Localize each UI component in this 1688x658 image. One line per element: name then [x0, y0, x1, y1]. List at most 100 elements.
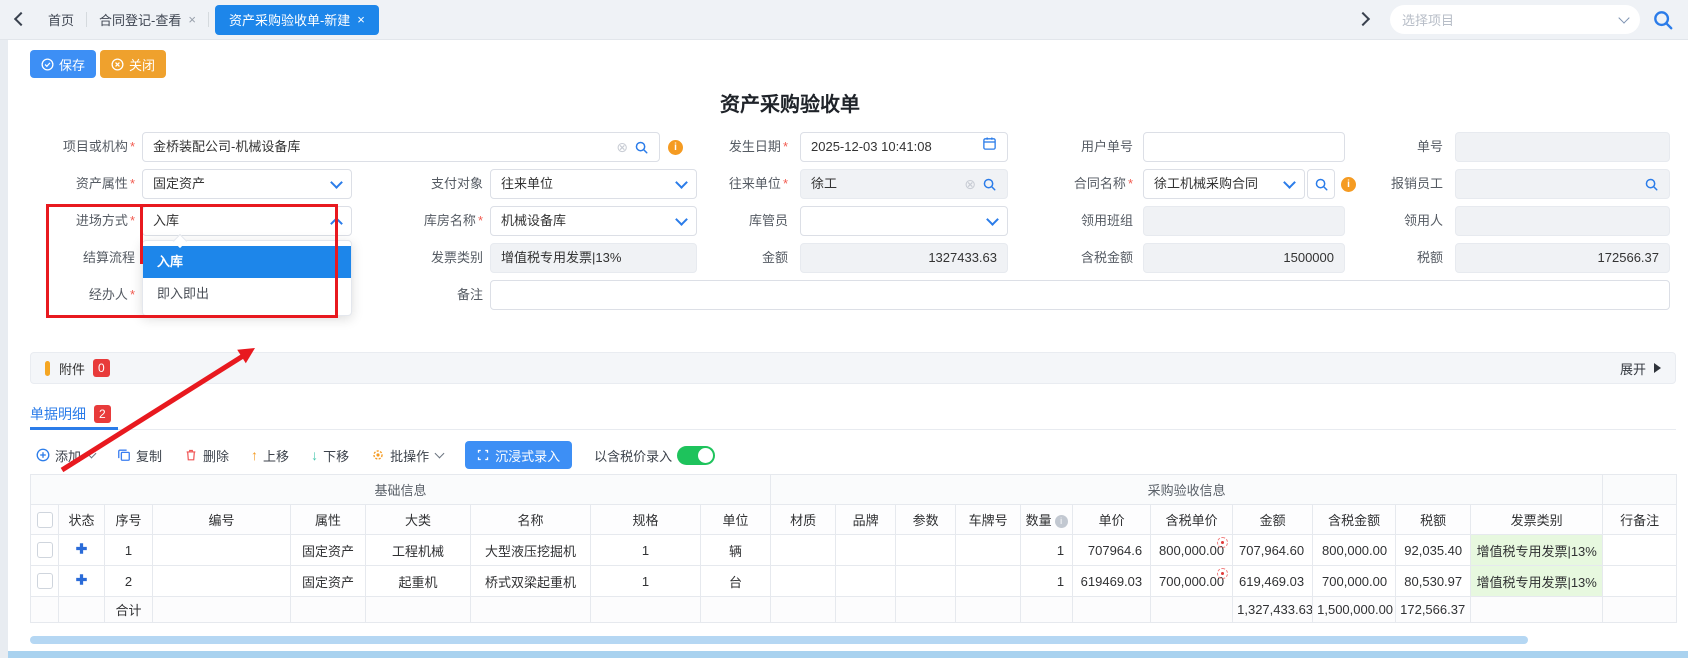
col-tax-amount: 含税金额 — [1313, 505, 1396, 535]
checkbox-icon[interactable] — [37, 573, 53, 589]
cell-material[interactable] — [771, 535, 836, 566]
col-price: 单价 — [1073, 505, 1151, 535]
move-down-button[interactable]: ↓下移 — [311, 446, 349, 465]
keeper-select[interactable] — [800, 206, 1008, 236]
cell-brand[interactable] — [836, 535, 896, 566]
cell-category[interactable]: 起重机 — [366, 566, 471, 597]
cell-code[interactable] — [153, 566, 291, 597]
select-all-cell[interactable] — [31, 505, 59, 535]
cell-amount[interactable]: 707,964.60 — [1233, 535, 1313, 566]
tabs-back-icon[interactable] — [16, 11, 26, 29]
cell-attr[interactable]: 固定资产 — [291, 535, 366, 566]
batch-ops-button[interactable]: 批操作 — [371, 446, 443, 465]
pay-target-select[interactable]: 往来单位 — [490, 169, 697, 199]
column-header-row: 状态 序号 编号 属性 大类 名称 规格 单位 材质 品牌 参数 车牌号 数量i… — [31, 505, 1677, 535]
tab-close-icon[interactable]: × — [188, 12, 196, 27]
cell-plate[interactable] — [956, 566, 1021, 597]
cell-tax-price[interactable]: 700,000.00 — [1151, 566, 1233, 597]
row-select-cell[interactable] — [31, 566, 59, 597]
cell-param[interactable] — [896, 535, 956, 566]
cell-attr[interactable]: 固定资产 — [291, 566, 366, 597]
user-no-field[interactable] — [1143, 132, 1345, 162]
delete-button[interactable]: 删除 — [184, 446, 229, 465]
close-button[interactable]: 关闭 — [100, 50, 166, 78]
tab-home[interactable]: 首页 — [36, 10, 86, 29]
calendar-icon[interactable] — [982, 133, 997, 161]
detail-grid: 基础信息 采购验收信息 状态 序号 编号 属性 大类 名称 规格 单位 材质 品… — [30, 474, 1677, 623]
cell-tax[interactable]: 92,035.40 — [1396, 535, 1471, 566]
warehouse-select[interactable]: 机械设备库 — [490, 206, 697, 236]
cell-name[interactable]: 大型液压挖掘机 — [471, 535, 591, 566]
cell-spec[interactable]: 1 — [591, 535, 701, 566]
row-status-cell[interactable] — [59, 566, 105, 597]
tax-entry-toggle[interactable] — [677, 446, 715, 465]
expand-control[interactable]: 展开 — [1620, 359, 1661, 378]
tabs-forward-icon[interactable] — [1358, 11, 1368, 29]
remark-field[interactable] — [490, 280, 1670, 310]
cell-invoice[interactable]: 增值税专用发票|13% — [1471, 535, 1603, 566]
detail-count-badge: 2 — [94, 405, 111, 423]
checkbox-icon[interactable] — [37, 512, 53, 528]
cell-invoice[interactable]: 增值税专用发票|13% — [1471, 566, 1603, 597]
cell-amount[interactable]: 619,469.03 — [1233, 566, 1313, 597]
copy-button[interactable]: 复制 — [117, 446, 162, 465]
col-attr: 属性 — [291, 505, 366, 535]
cell-qty[interactable]: 1 — [1021, 566, 1073, 597]
cell-tax-price[interactable]: 800,000.00 — [1151, 535, 1233, 566]
cell-seq[interactable]: 2 — [105, 566, 153, 597]
add-button[interactable]: 添加 — [36, 446, 95, 465]
project-field[interactable]: 金桥装配公司-机械设备库 ⊗ — [142, 132, 660, 162]
move-up-button[interactable]: ↑上移 — [251, 446, 289, 465]
counterparty-field[interactable]: 徐工 ⊗ — [800, 169, 1008, 199]
cell-price[interactable]: 619469.03 — [1073, 566, 1151, 597]
tax-amount-label: 含税金额 — [1033, 243, 1133, 273]
search-icon[interactable] — [634, 140, 649, 155]
cell-price[interactable]: 707964.6 — [1073, 535, 1151, 566]
immersive-entry-button[interactable]: 沉浸式录入 — [465, 441, 572, 469]
global-search-icon[interactable] — [1652, 9, 1674, 31]
remark-label: 备注 — [383, 280, 483, 310]
cell-plate[interactable] — [956, 535, 1021, 566]
cell-tax-amount[interactable]: 800,000.00 — [1313, 535, 1396, 566]
cell-material[interactable] — [771, 566, 836, 597]
recipient-label: 领用人 — [1343, 206, 1443, 236]
cell-name[interactable]: 桥式双梁起重机 — [471, 566, 591, 597]
cell-unit[interactable]: 台 — [701, 566, 771, 597]
row-select-cell[interactable] — [31, 535, 59, 566]
search-icon[interactable] — [982, 177, 997, 192]
attachments-bar[interactable]: 附件 0 展开 — [30, 352, 1676, 384]
row-status-cell[interactable] — [59, 535, 105, 566]
contract-select[interactable]: 徐工机械采购合同 — [1143, 169, 1305, 199]
tab-close-icon[interactable]: × — [357, 12, 365, 27]
total-empty — [771, 597, 836, 623]
cell-category[interactable]: 工程机械 — [366, 535, 471, 566]
checkbox-icon[interactable] — [37, 542, 53, 558]
save-button[interactable]: 保存 — [30, 50, 96, 78]
project-select[interactable]: 选择项目 — [1390, 5, 1640, 34]
search-icon[interactable] — [1644, 177, 1659, 192]
cell-row-remark[interactable] — [1603, 566, 1677, 597]
date-field[interactable]: 2025-12-03 10:41:08 — [800, 132, 1008, 162]
asset-attr-select[interactable]: 固定资产 — [142, 169, 352, 199]
cell-tax-amount[interactable]: 700,000.00 — [1313, 566, 1396, 597]
trash-icon — [184, 448, 198, 462]
cell-param[interactable] — [896, 566, 956, 597]
reimburse-field[interactable] — [1455, 169, 1670, 199]
tab-contract-view[interactable]: 合同登记-查看× — [87, 10, 208, 29]
clear-icon[interactable]: ⊗ — [616, 140, 628, 154]
clear-icon[interactable]: ⊗ — [964, 177, 976, 191]
info-icon[interactable]: i — [668, 140, 683, 155]
tab-asset-purchase-new[interactable]: 资产采购验收单-新建× — [215, 5, 379, 35]
contract-search-button[interactable] — [1307, 169, 1335, 199]
cell-code[interactable] — [153, 535, 291, 566]
horizontal-scrollbar[interactable] — [30, 636, 1528, 644]
cell-row-remark[interactable] — [1603, 535, 1677, 566]
cell-seq[interactable]: 1 — [105, 535, 153, 566]
cell-tax[interactable]: 80,530.97 — [1396, 566, 1471, 597]
cell-qty[interactable]: 1 — [1021, 535, 1073, 566]
cell-brand[interactable] — [836, 566, 896, 597]
cell-spec[interactable]: 1 — [591, 566, 701, 597]
cell-unit[interactable]: 辆 — [701, 535, 771, 566]
amount-label: 金额 — [688, 243, 788, 273]
tab-detail[interactable]: 单据明细 2 — [30, 404, 111, 424]
